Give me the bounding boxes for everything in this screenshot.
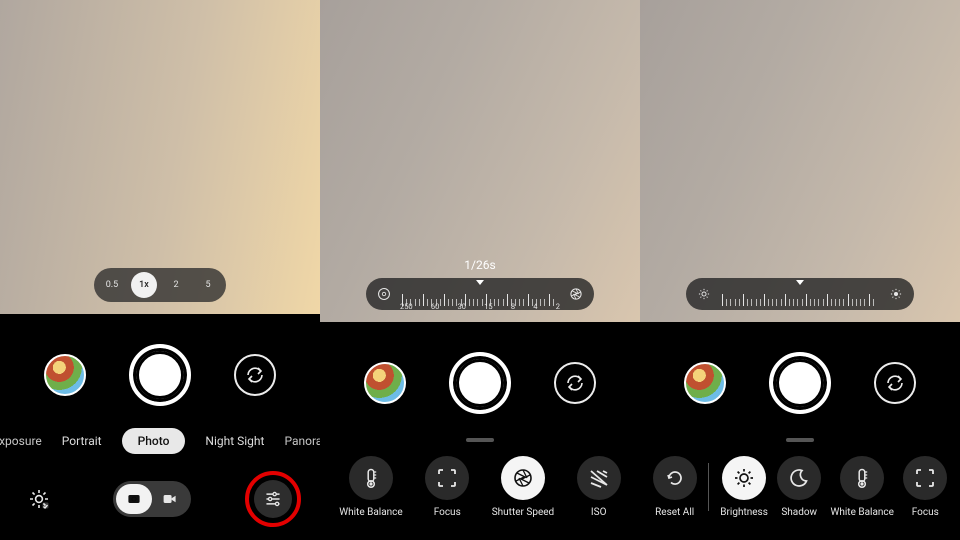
- pro-label: Focus: [434, 507, 461, 518]
- flip-camera-button[interactable]: [874, 362, 916, 404]
- sliders-icon: [264, 490, 282, 508]
- iso-icon: [588, 467, 610, 489]
- mode-long-exposure[interactable]: Long Exposure: [0, 434, 42, 448]
- camera-icon: [126, 491, 142, 507]
- focus-icon: [914, 467, 936, 489]
- dial-cap-left-icon[interactable]: [374, 284, 394, 304]
- pro-label: White Balance: [831, 507, 894, 518]
- pro-controls-row: Reset All Brightness Shadow White Balanc…: [640, 456, 960, 530]
- video-icon: [162, 491, 178, 507]
- camera-screen-shutter-speed: 1/26s 250 60 30 15 8 4 2: [320, 0, 640, 540]
- gear-icon: [28, 488, 50, 510]
- shutter-row: [640, 322, 960, 428]
- pro-controls-row: White Balance Focus Shutter Speed ISO: [320, 456, 640, 530]
- drag-handle[interactable]: [466, 438, 494, 442]
- toggle-video[interactable]: [152, 484, 188, 514]
- gallery-thumbnail[interactable]: [684, 362, 726, 404]
- dial-cap-right-icon[interactable]: [886, 284, 906, 304]
- pro-focus[interactable]: Focus: [903, 456, 947, 518]
- pro-controls-button[interactable]: [254, 480, 292, 518]
- toggle-photo[interactable]: [116, 484, 152, 514]
- mode-photo[interactable]: Photo: [122, 428, 186, 454]
- viewfinder[interactable]: 0.5 1x 2 5: [0, 0, 320, 314]
- pro-white-balance[interactable]: White Balance: [831, 456, 894, 518]
- zoom-selector[interactable]: 0.5 1x 2 5: [94, 268, 226, 302]
- pro-label: Shutter Speed: [492, 507, 554, 518]
- zoom-5x[interactable]: 5: [195, 272, 221, 298]
- pro-reset-all[interactable]: Reset All: [653, 456, 697, 518]
- drag-handle[interactable]: [786, 438, 814, 442]
- thermometer-icon: [360, 467, 382, 489]
- pro-label: Brightness: [720, 507, 768, 518]
- viewfinder[interactable]: 1/26s 250 60 30 15 8 4 2: [320, 0, 640, 322]
- mode-portrait[interactable]: Portrait: [62, 434, 102, 448]
- viewfinder[interactable]: [640, 0, 960, 322]
- pro-iso[interactable]: ISO: [577, 456, 621, 518]
- gallery-thumbnail[interactable]: [44, 354, 86, 396]
- shutter-row: [0, 314, 320, 420]
- pro-label: Focus: [912, 507, 939, 518]
- controls-area: White Balance Focus Shutter Speed ISO: [320, 322, 640, 540]
- flip-icon: [885, 373, 905, 393]
- sun-icon: [733, 467, 755, 489]
- photo-video-toggle[interactable]: [113, 481, 191, 517]
- pro-shutter-speed[interactable]: Shutter Speed: [492, 456, 554, 518]
- brightness-dial[interactable]: [686, 278, 914, 310]
- pro-label: Reset All: [655, 507, 694, 518]
- flip-camera-button[interactable]: [554, 362, 596, 404]
- pro-white-balance[interactable]: White Balance: [339, 456, 402, 518]
- dial-ticks[interactable]: [720, 282, 880, 306]
- flip-camera-button[interactable]: [234, 354, 276, 396]
- shutter-speed-dial[interactable]: 250 60 30 15 8 4 2: [366, 278, 594, 310]
- shutter-row: [320, 322, 640, 428]
- dial-cap-right-icon[interactable]: [566, 284, 586, 304]
- aperture-icon: [512, 467, 534, 489]
- shutter-button[interactable]: [449, 352, 511, 414]
- dial-ticks[interactable]: [400, 282, 560, 306]
- thermometer-icon: [851, 467, 873, 489]
- controls-area: Long Exposure Portrait Photo Night Sight…: [0, 314, 320, 540]
- shutter-button[interactable]: [129, 344, 191, 406]
- controls-area: Reset All Brightness Shadow White Balanc…: [640, 322, 960, 540]
- pro-label: ISO: [591, 507, 607, 518]
- separator: [708, 463, 709, 511]
- zoom-1x[interactable]: 1x: [131, 272, 157, 298]
- moon-icon: [788, 467, 810, 489]
- pro-controls-button-wrap: [248, 474, 298, 524]
- dial-cap-left-icon[interactable]: [694, 284, 714, 304]
- camera-screen-basic: 0.5 1x 2 5 Long Exposure Portrait Photo …: [0, 0, 320, 540]
- gallery-thumbnail[interactable]: [364, 362, 406, 404]
- camera-screen-brightness: Reset All Brightness Shadow White Balanc…: [640, 0, 960, 540]
- focus-icon: [436, 467, 458, 489]
- reset-icon: [664, 467, 686, 489]
- pro-label: White Balance: [339, 507, 402, 518]
- pro-shadow[interactable]: Shadow: [777, 456, 821, 518]
- mode-strip[interactable]: Long Exposure Portrait Photo Night Sight…: [0, 420, 320, 458]
- zoom-2x[interactable]: 2: [163, 272, 189, 298]
- settings-button[interactable]: [22, 482, 56, 516]
- bottom-bar: [0, 458, 320, 540]
- pro-focus[interactable]: Focus: [425, 456, 469, 518]
- pro-label: Shadow: [781, 507, 817, 518]
- shutter-speed-value: 1/26s: [464, 258, 495, 272]
- mode-night-sight[interactable]: Night Sight: [205, 434, 264, 448]
- flip-icon: [245, 365, 265, 385]
- pro-brightness[interactable]: Brightness: [720, 456, 768, 518]
- flip-icon: [565, 373, 585, 393]
- shutter-button[interactable]: [769, 352, 831, 414]
- zoom-0-5[interactable]: 0.5: [99, 272, 125, 298]
